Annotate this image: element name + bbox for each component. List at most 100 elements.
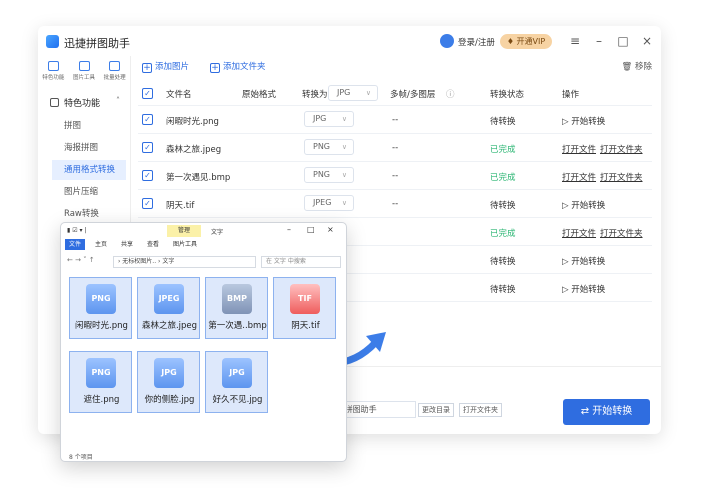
file-tile[interactable]: TIF 阴天.tif	[273, 277, 336, 339]
table-row: ✓ 第一次遇见.bmp PNG ∨ -- 已完成 打开文件 打开文件夹	[138, 162, 652, 190]
select-all-checkbox[interactable]: ✓	[142, 88, 153, 99]
file-name: 遮住.png	[83, 395, 120, 405]
menu-share[interactable]: 共享	[117, 239, 137, 250]
add-folder-button[interactable]: + 添加文件夹	[210, 60, 266, 73]
row-frames: --	[392, 115, 399, 125]
nav-batch[interactable]: 批量处理	[99, 58, 130, 86]
top-nav: 特色功能 图片工具 批量处理	[38, 58, 130, 86]
table-row: ✓ 闲暇时光.png JPG ∨ -- 待转换 ▷ 开始转换	[138, 106, 652, 134]
add-folder-label: 添加文件夹	[223, 62, 266, 72]
app-logo-icon	[46, 35, 59, 48]
open-file-link[interactable]: 打开文件	[562, 171, 596, 183]
start-convert-label: 开始转换	[571, 257, 606, 267]
row-filename: 第一次遇见.bmp	[166, 173, 231, 183]
menu-home[interactable]: 主页	[91, 239, 111, 250]
row-filename: 森林之旅.jpeg	[166, 145, 222, 155]
table-header: ✓ 文件名 原始格式 转换为 JPG ∨ 多帧/多图层 ⓘ 转换状态 操作	[138, 82, 652, 106]
user-avatar-icon[interactable]	[440, 34, 454, 48]
manage-tab[interactable]: 管理	[167, 225, 201, 237]
vip-label: 开通VIP	[516, 37, 546, 46]
nav-image-tools[interactable]: 图片工具	[69, 58, 100, 86]
sidebar-item-poster[interactable]: 海报拼图	[52, 138, 126, 158]
close-icon[interactable]: ×	[638, 32, 656, 50]
add-image-button[interactable]: + 添加图片	[142, 60, 189, 73]
add-image-label: 添加图片	[155, 62, 190, 72]
file-tile[interactable]: BMP 第一次遇..bmp	[205, 277, 268, 339]
sidebar-item-compress[interactable]: 图片压缩	[52, 182, 126, 202]
file-tile[interactable]: JPEG 森林之旅.jpeg	[137, 277, 200, 339]
feature-icon	[47, 61, 59, 71]
file-tile[interactable]: JPG 你的侧脸.jpg	[137, 351, 200, 413]
header-convert: 转换为	[302, 90, 328, 100]
menu-view[interactable]: 查看	[143, 239, 163, 250]
file-name: 闲暇时光.png	[75, 321, 128, 331]
header-orig: 原始格式	[242, 90, 277, 100]
open-folder-link[interactable]: 打开文件夹	[600, 227, 643, 239]
row-frames: --	[392, 199, 399, 209]
maximize-icon[interactable]: □	[614, 32, 632, 50]
file-explorer-window: ▮ ☑ ▾ | 管理 文字 – □ × 文件 主页 共享 查看 图片工具 ← →…	[60, 222, 347, 462]
address-bar[interactable]: › 无标权图片.. › 文字	[113, 256, 256, 268]
toolbar: + 添加图片 + 添加文件夹 🗑 移除	[142, 58, 652, 78]
remove-button[interactable]: 🗑 移除	[621, 60, 652, 72]
jpeg-file-icon: JPEG	[154, 284, 184, 314]
format-select[interactable]: PNG ∨	[304, 139, 354, 155]
sidebar-group[interactable]: 特色功能	[50, 96, 100, 109]
start-convert-button[interactable]: ▷ 开始转换	[562, 255, 605, 267]
convert-all-select[interactable]: JPG ∨	[328, 85, 378, 101]
file-tile[interactable]: JPG 好久不见.jpg	[205, 351, 268, 413]
row-status: 已完成	[490, 173, 516, 183]
menu-icon[interactable]: ≡	[566, 32, 584, 50]
header-status: 转换状态	[490, 90, 525, 100]
start-convert-all-button[interactable]: ⇄ 开始转换	[563, 399, 650, 425]
search-input[interactable]: 在 文字 中搜索	[261, 256, 341, 268]
login-link[interactable]: 登录/注册	[458, 36, 495, 48]
maximize-icon[interactable]: □	[307, 225, 315, 234]
start-convert-button[interactable]: ▷ 开始转换	[562, 283, 605, 295]
row-checkbox[interactable]: ✓	[142, 142, 153, 153]
window-title: 文字	[211, 229, 224, 236]
format-select[interactable]: JPG ∨	[304, 111, 354, 127]
row-checkbox[interactable]: ✓	[142, 114, 153, 125]
chevron-up-icon[interactable]: ˄	[116, 96, 120, 105]
row-frames: --	[392, 171, 399, 181]
sidebar-item-raw[interactable]: Raw转换	[52, 204, 126, 224]
change-dir-button[interactable]: 更改目录	[418, 403, 454, 417]
vip-button[interactable]: ♦ 开通VIP	[500, 34, 552, 49]
nav-feature[interactable]: 特色功能	[38, 58, 69, 86]
open-folder-link[interactable]: 打开文件夹	[600, 143, 643, 155]
close-icon[interactable]: ×	[327, 225, 334, 234]
start-convert-button[interactable]: ▷ 开始转换	[562, 115, 605, 127]
sidebar-group-label: 特色功能	[64, 99, 101, 109]
batch-icon	[109, 61, 121, 71]
start-convert-label: 开始转换	[571, 201, 606, 211]
format-select[interactable]: JPEG ∨	[304, 195, 354, 211]
table-row: ✓ 森林之旅.jpeg PNG ∨ -- 已完成 打开文件 打开文件夹	[138, 134, 652, 162]
grid-icon	[50, 98, 59, 107]
start-convert-button[interactable]: ▷ 开始转换	[562, 199, 605, 211]
format-select[interactable]: PNG ∨	[304, 167, 354, 183]
menu-image-tools[interactable]: 图片工具	[169, 239, 201, 250]
png-file-icon: PNG	[86, 284, 116, 314]
sidebar-item-puzzle[interactable]: 拼图	[52, 116, 126, 136]
jpg-file-icon: JPG	[222, 358, 252, 388]
help-icon[interactable]: ⓘ	[446, 88, 455, 100]
row-checkbox[interactable]: ✓	[142, 198, 153, 209]
sidebar-item-format-convert[interactable]: 通用格式转换	[52, 160, 126, 180]
menu-file[interactable]: 文件	[65, 239, 86, 250]
row-checkbox[interactable]: ✓	[142, 170, 153, 181]
open-folder-link[interactable]: 打开文件夹	[600, 171, 643, 183]
nav-arrows-icon[interactable]: ← → ˅ ↑	[67, 256, 95, 264]
file-name: 你的侧脸.jpg	[144, 395, 195, 405]
start-convert-label: 开始转换	[571, 117, 606, 127]
open-file-link[interactable]: 打开文件	[562, 143, 596, 155]
minimize-icon[interactable]: –	[287, 225, 291, 234]
minimize-icon[interactable]: –	[590, 32, 608, 50]
title-bar: 迅捷拼图助手 登录/注册 ♦ 开通VIP ≡ – □ ×	[38, 26, 661, 58]
row-filename: 闲暇时光.png	[166, 117, 219, 127]
open-file-link[interactable]: 打开文件	[562, 227, 596, 239]
open-output-folder-button[interactable]: 打开文件夹	[459, 403, 502, 417]
file-tile[interactable]: PNG 闲暇时光.png	[69, 277, 132, 339]
file-tile[interactable]: PNG 遮住.png	[69, 351, 132, 413]
row-status: 待转换	[490, 257, 516, 267]
